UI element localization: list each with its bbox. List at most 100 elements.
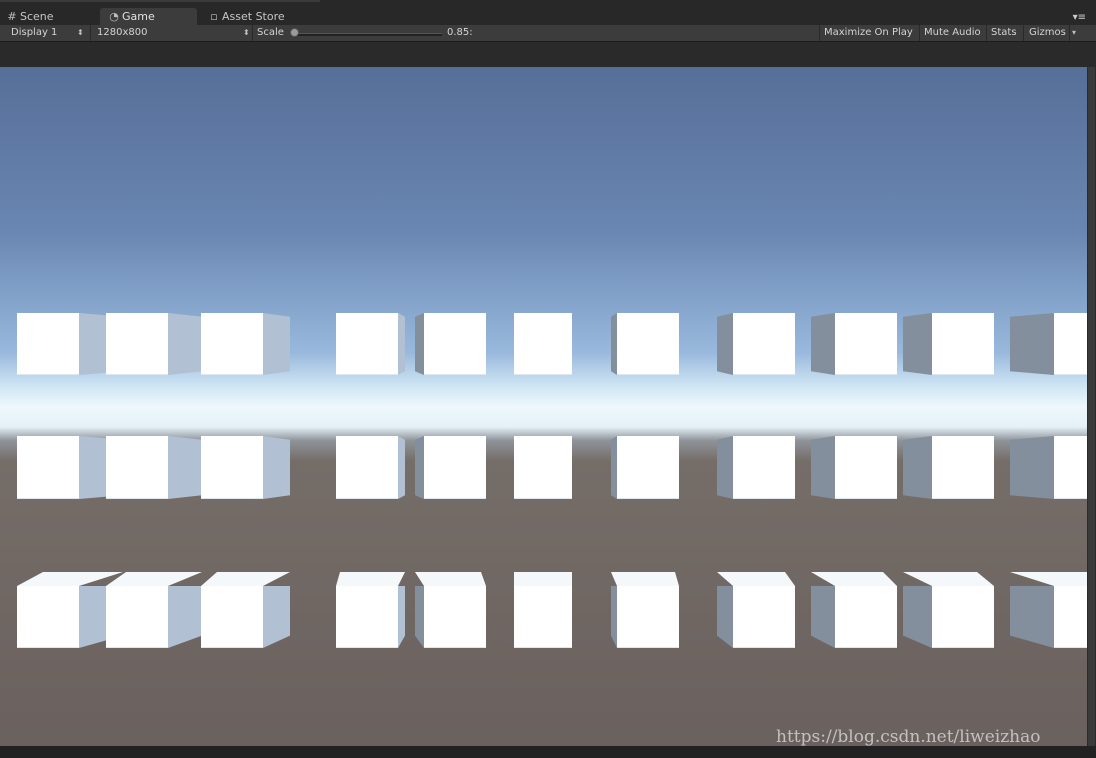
tab-asset-store-label: Asset Store [222, 10, 285, 23]
cube-side-face [903, 313, 932, 375]
cube-front-face [336, 313, 398, 375]
display-dropdown-arrows-icon: ⬍ [77, 28, 84, 37]
cube-top-face [611, 572, 679, 586]
gizmos-dropdown-arrow-icon[interactable]: ▾ [1072, 25, 1076, 41]
cube-side-face [263, 586, 290, 648]
cube-side-face [398, 586, 405, 648]
cube-side-face [398, 313, 405, 375]
cube-side-face [903, 586, 932, 648]
cube-top-face [201, 572, 290, 586]
cube-side-face [168, 586, 202, 648]
cube-top-face [415, 572, 486, 586]
cube-side-face [811, 313, 835, 375]
bottom-bar [0, 746, 1096, 758]
game-toolbar: Display 1 ⬍ 1280x800 ⬍ Scale 0.85: Maxim… [0, 25, 1096, 42]
cube-front-face [733, 586, 795, 648]
cube-front-face [106, 436, 168, 499]
cube-side-face [717, 436, 733, 499]
stats-label: Stats [991, 27, 1017, 38]
toolbar-separator [252, 25, 253, 41]
cube-side-face [415, 586, 424, 648]
toolbar-separator [1069, 25, 1070, 41]
tab-game[interactable]: ◔ Game [100, 8, 197, 25]
cube-front-face [932, 586, 994, 648]
resolution-label: 1280x800 [97, 27, 148, 38]
stats-button[interactable]: Stats [991, 25, 1017, 41]
cube-side-face [398, 436, 405, 499]
cube-front-face [17, 586, 79, 648]
maximize-on-play-button[interactable]: Maximize On Play [824, 25, 913, 41]
cube-top-face [106, 572, 202, 586]
cube [336, 572, 405, 648]
cube [201, 572, 290, 648]
cube [336, 313, 405, 375]
cube [514, 313, 572, 375]
tab-bar: # Scene ◔ Game ▫ Asset Store ▾≡ [0, 0, 1096, 25]
mute-audio-button[interactable]: Mute Audio [924, 25, 981, 41]
tab-menu-icon[interactable]: ▾≡ [1073, 12, 1086, 23]
cube-front-face [733, 436, 795, 499]
cube-side-face [1010, 313, 1054, 375]
cube-side-face [1010, 436, 1054, 499]
cube-front-face [17, 313, 79, 375]
tab-scene[interactable]: # Scene [6, 8, 96, 25]
resolution-dropdown[interactable]: 1280x800 [97, 25, 147, 41]
cube-front-face [336, 586, 398, 648]
cube-front-face [424, 586, 486, 648]
cube-front-face [1054, 586, 1087, 648]
cube-front-face [932, 436, 994, 499]
scale-value: 0.85: [447, 27, 473, 38]
scrollbar-thumb[interactable] [1088, 67, 1095, 746]
maximize-on-play-label: Maximize On Play [824, 27, 913, 38]
tab-game-label: Game [122, 10, 155, 23]
resolution-dropdown-arrows-icon: ⬍ [243, 28, 250, 37]
cube-front-face [835, 436, 897, 499]
tab-asset-store[interactable]: ▫ Asset Store [208, 8, 318, 25]
cube-front-face [514, 313, 572, 375]
cube-front-face [106, 586, 168, 648]
cube [415, 572, 486, 648]
cube [611, 436, 679, 499]
cube-side-face [263, 436, 290, 499]
cube-front-face [617, 436, 679, 499]
cube [415, 313, 486, 375]
cube-side-face [415, 313, 424, 375]
cube [514, 436, 572, 499]
scale-slider-knob[interactable] [290, 28, 299, 37]
scale-slider-track[interactable] [292, 33, 442, 36]
cube-top-face [336, 572, 405, 586]
cube-front-face [1054, 313, 1087, 375]
cube-front-face [835, 586, 897, 648]
cube-front-face [201, 313, 263, 375]
scale-label: Scale [257, 27, 284, 38]
cube-top-face [514, 572, 572, 586]
toolbar-separator [90, 25, 91, 41]
display-dropdown[interactable]: Display 1 [11, 25, 57, 41]
cube [903, 572, 994, 648]
cube [717, 572, 795, 648]
cube-side-face [903, 436, 932, 499]
cube [201, 313, 290, 375]
cube [201, 436, 290, 499]
cube [717, 436, 795, 499]
cube-front-face [424, 436, 486, 499]
gizmos-label: Gizmos [1029, 27, 1066, 38]
display-label: Display 1 [11, 27, 58, 38]
tab-scene-label: Scene [20, 10, 54, 23]
grid-icon: # [7, 10, 17, 23]
toolbar-separator [986, 25, 987, 41]
cube-front-face [106, 313, 168, 375]
gizmos-button[interactable]: Gizmos [1029, 25, 1066, 41]
cube-front-face [514, 586, 572, 648]
vertical-scrollbar[interactable] [1087, 67, 1096, 746]
cube-front-face [932, 313, 994, 375]
cube-side-face [263, 313, 290, 375]
cube-side-face [717, 313, 733, 375]
cube-top-face [717, 572, 795, 586]
cube-front-face [1054, 436, 1087, 499]
cube [717, 313, 795, 375]
cube-top-face [1010, 572, 1087, 586]
toolbar-separator [919, 25, 920, 41]
game-view[interactable] [0, 67, 1087, 746]
cube [1010, 572, 1087, 648]
